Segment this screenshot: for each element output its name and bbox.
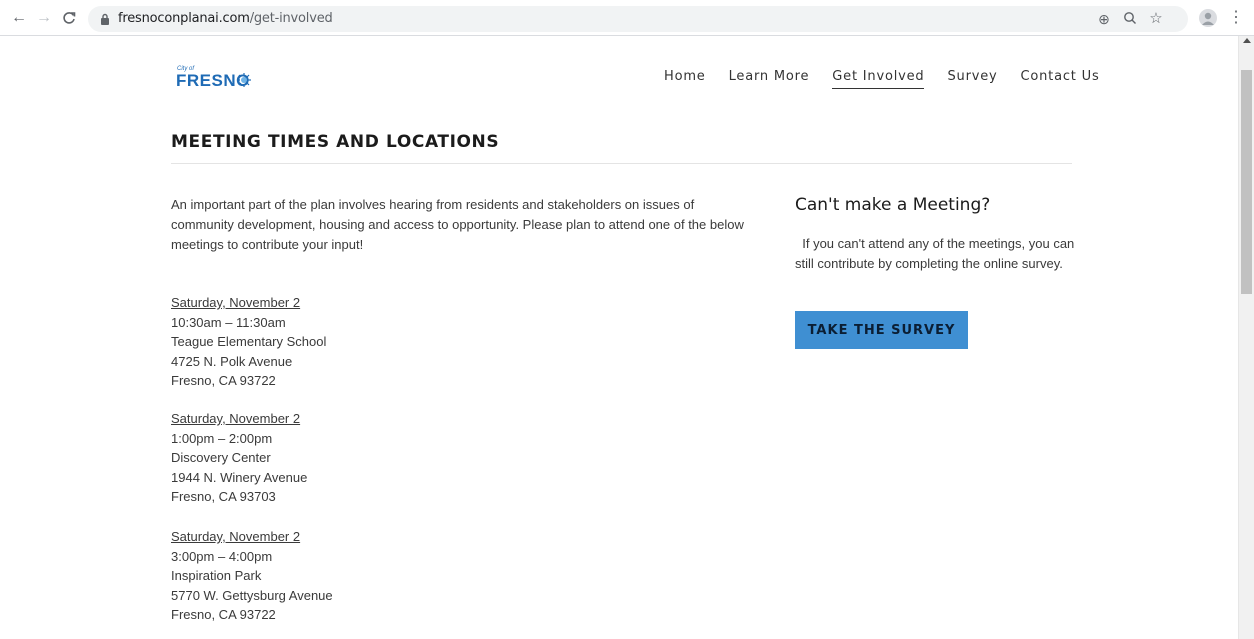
- meeting-address: 4725 N. Polk Avenue: [171, 353, 293, 369]
- nav-contact-us[interactable]: Contact Us: [1021, 69, 1100, 89]
- meeting-time: 1:00pm – 2:00pm: [171, 430, 273, 446]
- meeting-place: Teague Elementary School: [171, 334, 327, 349]
- meeting-city: Fresno, CA 93722: [171, 607, 276, 622]
- scrollbar-thumb[interactable]: [1241, 70, 1252, 294]
- meeting-place: Inspiration Park: [171, 568, 262, 583]
- reload-icon[interactable]: [60, 9, 78, 27]
- meeting-city: Fresno, CA 93703: [171, 489, 276, 504]
- sidebar-text: If you can't attend any of the meetings,…: [795, 236, 1078, 271]
- nav-survey[interactable]: Survey: [947, 69, 997, 89]
- address-bar[interactable]: fresnoconplanai.com/get-involved ⊕ ☆: [88, 6, 1188, 32]
- meeting-item: Saturday, November 2 3:00pm – 4:00pm Ins…: [171, 527, 471, 625]
- page-title: MEETING TIMES AND LOCATIONS: [171, 132, 500, 152]
- meeting-place: Discovery Center: [171, 450, 271, 465]
- meeting-item: Saturday, November 2 10:30am – 11:30am T…: [171, 293, 471, 391]
- profile-avatar-icon[interactable]: [1199, 9, 1217, 27]
- fresno-logo[interactable]: City of FRESNO: [171, 66, 257, 90]
- meeting-time: 3:00pm – 4:00pm: [171, 548, 273, 564]
- meeting-time: 10:30am – 11:30am: [171, 314, 286, 330]
- lock-icon: [101, 13, 109, 25]
- sidebar-heading: Can't make a Meeting?: [795, 195, 991, 215]
- take-survey-button[interactable]: TAKE THE SURVEY: [795, 311, 968, 349]
- back-icon[interactable]: ←: [10, 9, 28, 27]
- page-scrollbar[interactable]: [1238, 36, 1254, 639]
- meeting-city: Fresno, CA 93722: [171, 373, 276, 388]
- forward-icon[interactable]: →: [35, 9, 53, 27]
- nav-get-involved[interactable]: Get Involved: [832, 69, 925, 89]
- star-icon[interactable]: ☆: [1148, 11, 1164, 27]
- meeting-item: Saturday, November 2 1:00pm – 2:00pm Dis…: [171, 409, 471, 507]
- url-text[interactable]: fresnoconplanai.com/get-involved: [118, 11, 333, 26]
- title-divider: [171, 163, 1072, 164]
- meeting-date: Saturday, November 2: [171, 295, 301, 310]
- meeting-date: Saturday, November 2: [171, 411, 301, 426]
- nav-learn-more[interactable]: Learn More: [729, 69, 810, 89]
- zoom-icon[interactable]: ⊕: [1096, 11, 1112, 27]
- meeting-address: 5770 W. Gettysburg Avenue: [171, 587, 333, 603]
- scroll-up-icon[interactable]: [1243, 38, 1251, 43]
- sun-icon: [237, 73, 251, 87]
- intro-paragraph: An important part of the plan involves h…: [171, 197, 744, 252]
- page-content: City of FRESNO Home Learn More Get Invol…: [0, 36, 1238, 639]
- url-path: /get-involved: [249, 11, 333, 26]
- browser-menu-icon[interactable]: ⋮: [1228, 10, 1244, 26]
- main-nav: Home Learn More Get Involved Survey Cont…: [664, 69, 1100, 89]
- nav-home[interactable]: Home: [664, 69, 706, 89]
- meeting-date: Saturday, November 2: [171, 529, 301, 544]
- search-icon[interactable]: [1122, 11, 1138, 27]
- browser-toolbar: ← → fresnoconplanai.com/get-involved ⊕ ☆…: [0, 0, 1254, 36]
- url-domain: fresnoconplanai.com: [118, 11, 250, 26]
- meeting-address: 1944 N. Winery Avenue: [171, 469, 308, 485]
